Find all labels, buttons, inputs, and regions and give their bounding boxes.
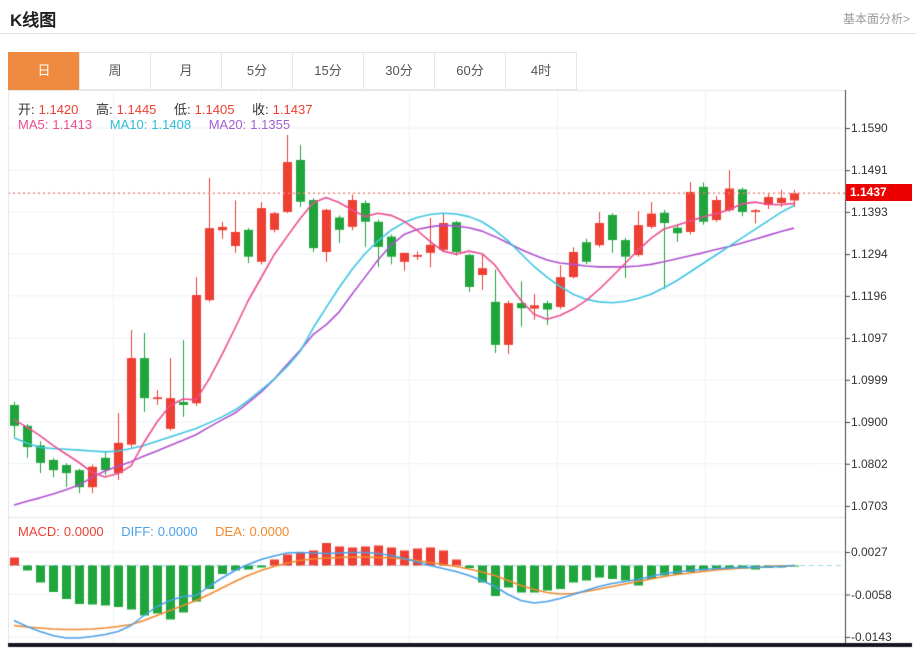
dea-value: 0.0000 <box>250 524 290 539</box>
ma10-value: 1.1408 <box>151 117 191 132</box>
price-axis-label: 1.1097 <box>851 331 913 345</box>
last-price-tag: 1.1437 <box>846 184 912 201</box>
tab-day[interactable]: 日 <box>8 52 80 90</box>
low-value: 1.1405 <box>195 102 235 117</box>
price-axis-label: 1.0802 <box>851 457 913 471</box>
open-value: 1.1420 <box>39 102 79 117</box>
macd-value: 0.0000 <box>64 524 104 539</box>
ma20-label: MA20: <box>209 117 247 132</box>
price-axis-label: 1.0703 <box>851 499 913 513</box>
tab-month[interactable]: 月 <box>150 52 222 90</box>
tab-5min[interactable]: 5分 <box>221 52 293 90</box>
tab-30min[interactable]: 30分 <box>363 52 435 90</box>
price-axis-label: 1.1294 <box>851 247 913 261</box>
tab-week[interactable]: 周 <box>79 52 151 90</box>
low-label: 低: <box>174 102 191 117</box>
price-axis-label: 1.1196 <box>851 289 913 303</box>
ma10-label: MA10: <box>110 117 148 132</box>
interval-tabbar: 日 周 月 5分 15分 30分 60分 4时 <box>8 52 577 90</box>
price-axis-label: 1.1393 <box>851 205 913 219</box>
dea-label: DEA: <box>215 524 245 539</box>
kline-chart-canvas[interactable] <box>0 0 916 650</box>
price-axis-label: 1.1590 <box>851 121 913 135</box>
price-axis-label: 1.1491 <box>851 163 913 177</box>
open-label: 开: <box>18 102 35 117</box>
tab-15min[interactable]: 15分 <box>292 52 364 90</box>
close-value: 1.1437 <box>273 102 313 117</box>
macd-label: MACD: <box>18 524 60 539</box>
diff-value: 0.0000 <box>158 524 198 539</box>
ma20-value: 1.1355 <box>250 117 290 132</box>
ma-readout: MA5: 1.1413 MA10:1.1408 MA20:1.1355 <box>18 117 294 132</box>
macd-readout: MACD: 0.0000 DIFF: 0.0000 DEA: 0.0000 <box>18 524 293 539</box>
price-axis-label: 1.0999 <box>851 373 913 387</box>
close-label: 收: <box>252 102 269 117</box>
high-label: 高: <box>96 102 113 117</box>
ma5-value: 1.1413 <box>52 117 92 132</box>
ohlc-readout: 开: 1.1420 高: 1.1445 低: 1.1405 收: 1.1437 <box>18 99 316 118</box>
price-axis-label: 1.0900 <box>851 415 913 429</box>
macd-axis-label: -0.0143 <box>851 630 913 644</box>
tab-60min[interactable]: 60分 <box>434 52 506 90</box>
high-value: 1.1445 <box>117 102 157 117</box>
diff-label: DIFF: <box>121 524 154 539</box>
macd-axis-label: -0.0058 <box>851 588 913 602</box>
tab-4hour[interactable]: 4时 <box>505 52 577 90</box>
macd-axis-label: 0.0027 <box>851 545 913 559</box>
ma5-label: MA5: <box>18 117 48 132</box>
